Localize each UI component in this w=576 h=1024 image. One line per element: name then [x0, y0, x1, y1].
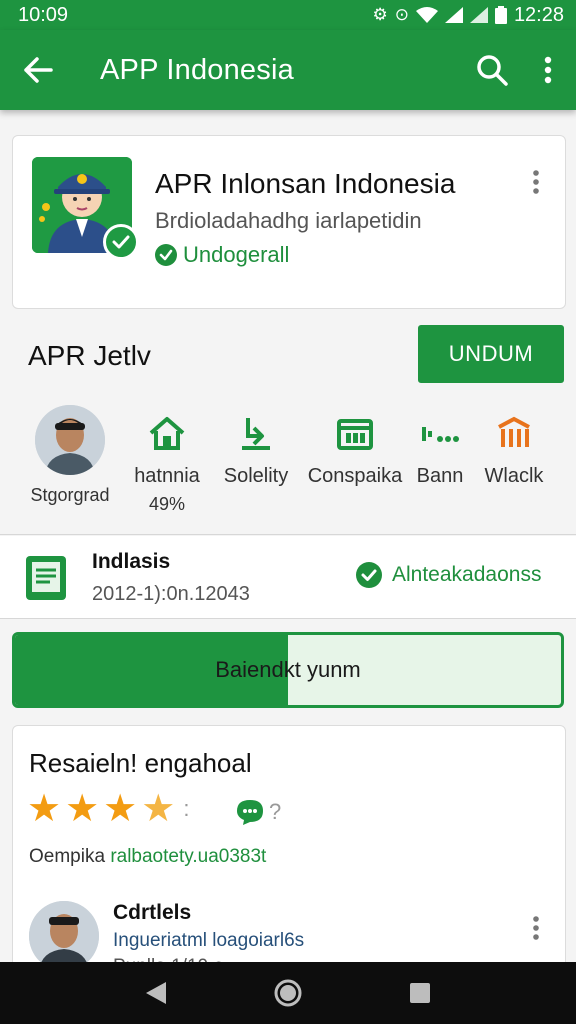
divider — [0, 618, 576, 619]
comment-button[interactable]: ? — [235, 798, 281, 826]
star-icon: ★ — [65, 788, 100, 830]
system-nav-bar — [0, 962, 576, 1024]
status-icons: ⚙ ⊙ 12:28 — [372, 4, 564, 27]
stat-building[interactable]: Wlaclk — [476, 405, 552, 488]
info-row[interactable]: Indlasis 2012-1):0n.12043 Alnteakadaonss — [0, 536, 576, 618]
circle-home-icon — [274, 979, 302, 1007]
stat-icon — [476, 405, 552, 461]
reviewer-name: Cdrtlels — [113, 901, 192, 924]
stat-download[interactable]: Solelity — [212, 405, 300, 488]
download-progress-button[interactable]: Baiendkt yunm — [12, 632, 564, 708]
info-subtitle: 2012-1):0n.12043 — [92, 583, 250, 605]
app-status: Undogerall — [155, 242, 289, 268]
rating-stars[interactable]: ★ ★ ★ ★ : — [27, 790, 189, 828]
app-bar-title: APP Indonesia — [100, 53, 294, 86]
back-button[interactable] — [0, 30, 76, 110]
more-vertical-icon — [533, 916, 539, 940]
review-card: Resaieln! engahoal ★ ★ ★ ★ : ? Oempika r… — [12, 725, 566, 985]
triangle-back-icon — [146, 982, 166, 1004]
search-icon — [477, 55, 508, 86]
dots-icon: ? — [269, 799, 282, 824]
download-icon — [242, 418, 270, 450]
stat-signal[interactable]: Bann — [404, 405, 476, 488]
review-summary-highlight[interactable]: ralbaotety.ua0383t — [110, 846, 266, 867]
app-card[interactable]: APR Inlonsan Indonesia Brdioladahadhg ia… — [12, 135, 566, 309]
stat-value: Stgorgrad — [30, 485, 110, 505]
app-name: APR Inlonsan Indonesia — [155, 168, 456, 199]
info-status-label: Alnteakadaonss — [392, 563, 542, 586]
alarm-icon: ⊙ — [394, 5, 409, 24]
stat-label: Wlaclk — [484, 465, 544, 487]
stat-icon — [404, 405, 476, 461]
app-status-label: Undogerall — [183, 242, 290, 267]
person-photo-icon — [29, 901, 99, 971]
review-summary-prefix: Oempika — [29, 846, 106, 867]
divider — [0, 534, 576, 535]
stat-label: Solelity — [223, 465, 289, 487]
star-icon: ★ — [27, 788, 62, 830]
wifi-icon — [415, 7, 438, 23]
battery-icon — [494, 6, 507, 24]
signal-icon — [444, 7, 463, 23]
star-icon: ★ — [103, 788, 138, 830]
section-title: APR Jetlv — [28, 340, 151, 371]
install-button[interactable]: UNDUM — [418, 325, 564, 383]
stat-label: Bann — [416, 465, 464, 487]
check-circle-icon — [155, 244, 177, 266]
nav-back-button[interactable] — [126, 968, 186, 1018]
info-status: Alnteakadaonss — [356, 562, 541, 588]
review-summary: Oempika ralbaotety.ua0383t — [29, 846, 266, 868]
review-menu-button[interactable] — [521, 908, 551, 948]
review-title: Resaieln! engahoal — [29, 748, 252, 778]
status-time: 10:09 — [18, 3, 69, 26]
stat-icon — [212, 405, 300, 461]
more-vertical-icon — [533, 170, 539, 194]
square-recent-icon — [410, 983, 430, 1003]
app-subtitle: Brdioladahadhg iarlapetidin — [155, 208, 422, 233]
check-circle-icon — [356, 562, 382, 588]
star-half-icon: ★ — [141, 788, 176, 830]
progress-label: Baiendkt yunm — [215, 657, 361, 682]
avatar — [35, 405, 105, 475]
verified-badge — [103, 224, 139, 260]
more-vertical-icon — [544, 56, 552, 84]
search-button[interactable] — [464, 30, 520, 110]
app-screen: 10:09 ⚙ ⊙ 12:28 APP Indonesia APR Inlons… — [0, 0, 576, 1024]
person-photo-icon — [35, 405, 105, 475]
arrow-left-icon — [24, 57, 53, 83]
calendar-icon — [337, 419, 373, 450]
status-bar: 10:09 ⚙ ⊙ 12:28 — [0, 0, 576, 30]
nav-home-button[interactable] — [258, 968, 318, 1018]
settings-icon: ⚙ — [372, 5, 388, 24]
home-icon — [149, 417, 185, 450]
stat-value: 49% — [148, 494, 186, 514]
stat-calendar[interactable]: Conspaika — [306, 405, 404, 488]
stat-label: hatnnia — [134, 465, 200, 487]
document-icon — [24, 554, 68, 607]
stat-icon — [124, 405, 210, 461]
status-clock: 12:28 — [513, 3, 564, 26]
reviewer-text: Ingueriatml loagoiarl6s — [113, 930, 305, 951]
dots-icon: : — [183, 796, 190, 821]
stat-label: Conspaika — [307, 465, 403, 487]
stat-developer[interactable]: Stgorgrad — [22, 405, 118, 506]
signal-icon — [422, 427, 459, 442]
nav-recent-button[interactable] — [390, 968, 450, 1018]
check-icon — [112, 235, 130, 249]
info-title: Indlasis — [92, 550, 171, 573]
app-card-menu-button[interactable] — [521, 162, 551, 202]
building-icon — [498, 416, 530, 447]
comment-icon — [237, 800, 263, 825]
app-bar: APP Indonesia — [0, 30, 576, 110]
signal-icon — [469, 7, 488, 23]
stat-home[interactable]: hatnnia 49% — [124, 405, 210, 515]
avatar[interactable] — [29, 901, 99, 971]
overflow-menu-button[interactable] — [520, 30, 576, 110]
stat-icon — [306, 405, 404, 461]
